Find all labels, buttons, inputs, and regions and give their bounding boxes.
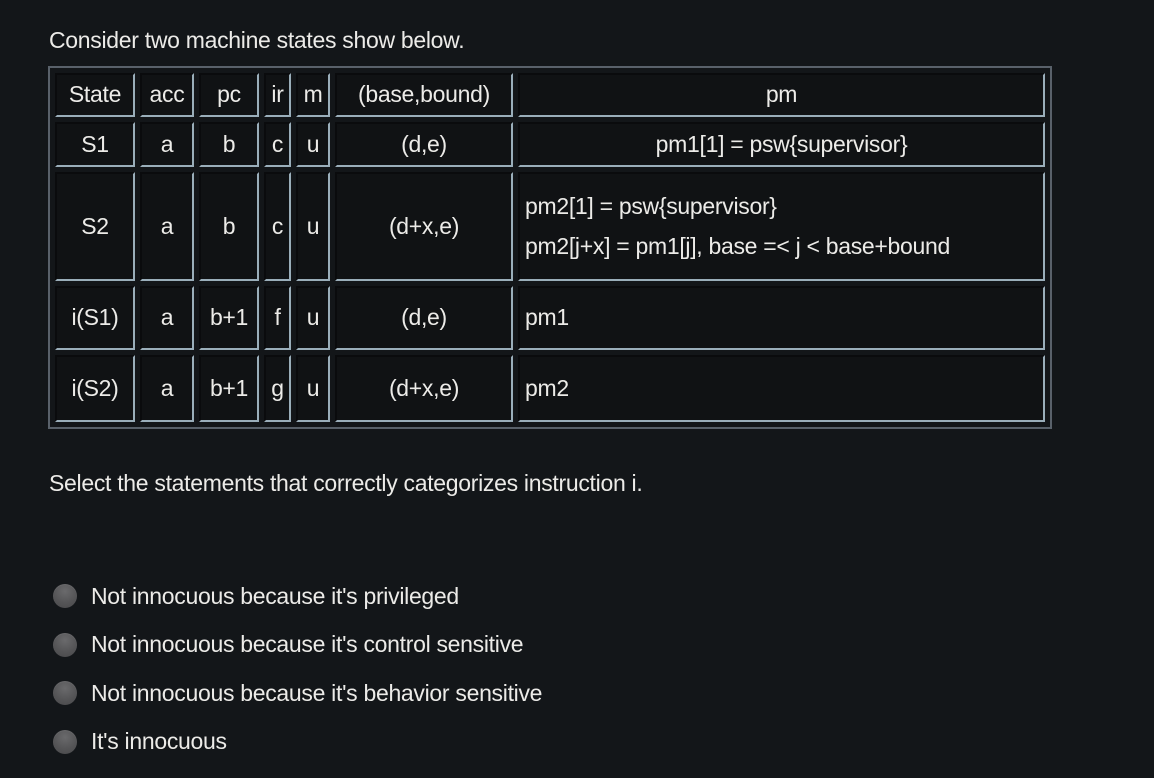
radio-button[interactable] bbox=[53, 632, 77, 657]
pm-line: pm1 bbox=[525, 304, 569, 331]
cell-state: i(S2) bbox=[55, 354, 135, 422]
cell-m: u bbox=[296, 121, 330, 167]
option-label[interactable]: Not innocuous because it's behavior sens… bbox=[91, 680, 542, 707]
table-row: S2 a b c u (d+x,e) pm2[1] = psw{supervis… bbox=[55, 171, 1045, 281]
cell-state: i(S1) bbox=[55, 285, 135, 350]
table-row: i(S2) a b+1 g u (d+x,e) pm2 bbox=[55, 354, 1045, 422]
cell-m: u bbox=[296, 285, 330, 350]
option-behavior-sensitive[interactable]: Not innocuous because it's behavior sens… bbox=[53, 669, 542, 718]
cell-acc: a bbox=[140, 171, 194, 281]
cell-base-bound: (d,e) bbox=[335, 121, 513, 167]
cell-pm: pm2[1] = psw{supervisor} pm2[j+x] = pm1[… bbox=[518, 171, 1045, 281]
cell-pc: b+1 bbox=[199, 354, 259, 422]
option-control-sensitive[interactable]: Not innocuous because it's control sensi… bbox=[53, 621, 542, 670]
header-state: State bbox=[55, 73, 135, 117]
header-ir: ir bbox=[264, 73, 291, 117]
option-label[interactable]: It's innocuous bbox=[91, 728, 227, 755]
cell-base-bound: (d+x,e) bbox=[335, 171, 513, 281]
cell-pm: pm1[1] = psw{supervisor} bbox=[518, 121, 1045, 167]
table-header-row: State acc pc ir m (base,bound) pm bbox=[55, 73, 1045, 117]
cell-acc: a bbox=[140, 121, 194, 167]
machine-states-table: State acc pc ir m (base,bound) pm S1 a b… bbox=[48, 66, 1052, 429]
cell-base-bound: (d+x,e) bbox=[335, 354, 513, 422]
cell-pm: pm2 bbox=[518, 354, 1045, 422]
header-acc: acc bbox=[140, 73, 194, 117]
pm-line: pm2[j+x] = pm1[j], base =< j < base+boun… bbox=[525, 233, 950, 260]
header-pc: pc bbox=[199, 73, 259, 117]
header-base-bound: (base,bound) bbox=[335, 73, 513, 117]
question-text: Select the statements that correctly cat… bbox=[49, 470, 643, 496]
option-privileged[interactable]: Not innocuous because it's privileged bbox=[53, 572, 542, 621]
cell-m: u bbox=[296, 354, 330, 422]
cell-m: u bbox=[296, 171, 330, 281]
cell-base-bound: (d,e) bbox=[335, 285, 513, 350]
cell-pc: b bbox=[199, 121, 259, 167]
pm-line: pm2 bbox=[525, 374, 569, 401]
cell-ir: f bbox=[264, 285, 291, 350]
table-row: i(S1) a b+1 f u (d,e) pm1 bbox=[55, 285, 1045, 350]
cell-pc: b bbox=[199, 171, 259, 281]
header-m: m bbox=[296, 73, 330, 117]
table-row: S1 a b c u (d,e) pm1[1] = psw{supervisor… bbox=[55, 121, 1045, 167]
cell-acc: a bbox=[140, 285, 194, 350]
cell-acc: a bbox=[140, 354, 194, 422]
intro-text: Consider two machine states show below. bbox=[49, 27, 465, 53]
answer-options: Not innocuous because it's privileged No… bbox=[53, 572, 542, 766]
header-pm: pm bbox=[518, 73, 1045, 117]
radio-button[interactable] bbox=[53, 681, 77, 706]
cell-pc: b+1 bbox=[199, 285, 259, 350]
cell-state: S2 bbox=[55, 171, 135, 281]
cell-ir: c bbox=[264, 171, 291, 281]
radio-button[interactable] bbox=[53, 729, 77, 754]
option-label[interactable]: Not innocuous because it's control sensi… bbox=[91, 631, 524, 658]
cell-pm: pm1 bbox=[518, 285, 1045, 350]
cell-ir: c bbox=[264, 121, 291, 167]
option-innocuous[interactable]: It's innocuous bbox=[53, 718, 542, 767]
pm-line: pm1[1] = psw{supervisor} bbox=[655, 130, 908, 157]
cell-state: S1 bbox=[55, 121, 135, 167]
radio-button[interactable] bbox=[53, 584, 77, 609]
cell-ir: g bbox=[264, 354, 291, 422]
option-label[interactable]: Not innocuous because it's privileged bbox=[91, 583, 459, 610]
pm-line: pm2[1] = psw{supervisor} bbox=[525, 193, 777, 220]
